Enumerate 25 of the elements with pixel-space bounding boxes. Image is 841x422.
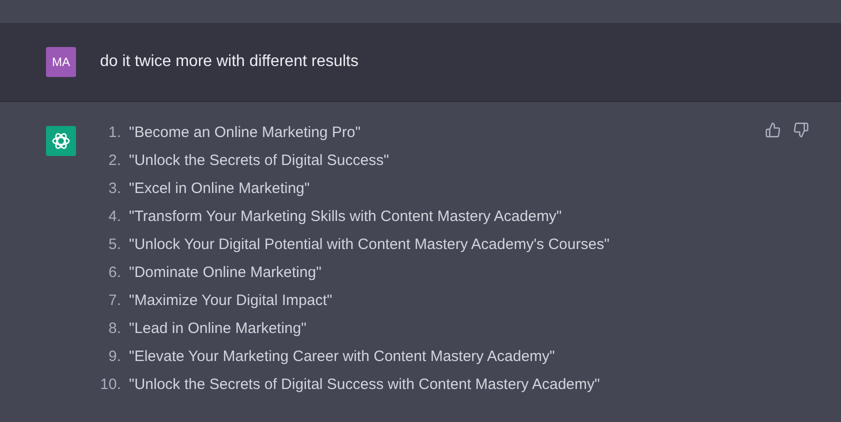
message-text: do it twice more with different results	[100, 52, 358, 72]
list-number: 9.	[107, 346, 121, 367]
thumbs-down-icon[interactable]	[793, 122, 809, 138]
list-number: 6.	[107, 262, 121, 283]
list-item: "Elevate Your Marketing Career with Content Mastery Academy"	[129, 346, 555, 367]
list-number: 5.	[107, 234, 121, 255]
list-item: "Unlock the Secrets of Digital Success with Content Mastery Academy"	[129, 374, 600, 395]
list-item: "Lead in Online Marketing"	[129, 318, 306, 339]
knot-icon	[51, 131, 71, 151]
list-item: "Unlock Your Digital Potential with Content Mastery Academy's Courses"	[129, 234, 610, 255]
thumbs-up-icon[interactable]	[765, 122, 781, 138]
list-item: "Unlock the Secrets of Digital Success"	[129, 150, 389, 171]
user-avatar: MA	[46, 47, 76, 77]
list-number: 8.	[107, 318, 121, 339]
list-number: 7.	[107, 290, 121, 311]
list-number: 10.	[99, 374, 121, 395]
list-number: 2.	[107, 150, 121, 171]
list-number: 1.	[107, 122, 121, 143]
list-item: "Dominate Online Marketing"	[129, 262, 322, 283]
list-number: 3.	[107, 178, 121, 199]
list-number: 4.	[107, 206, 121, 227]
list-item: "Become an Online Marketing Pro"	[129, 122, 361, 143]
list-item: "Excel in Online Marketing"	[129, 178, 310, 199]
list-item: "Transform Your Marketing Skills with Content Mastery Academy"	[129, 206, 562, 227]
list-item: "Maximize Your Digital Impact"	[129, 290, 332, 311]
